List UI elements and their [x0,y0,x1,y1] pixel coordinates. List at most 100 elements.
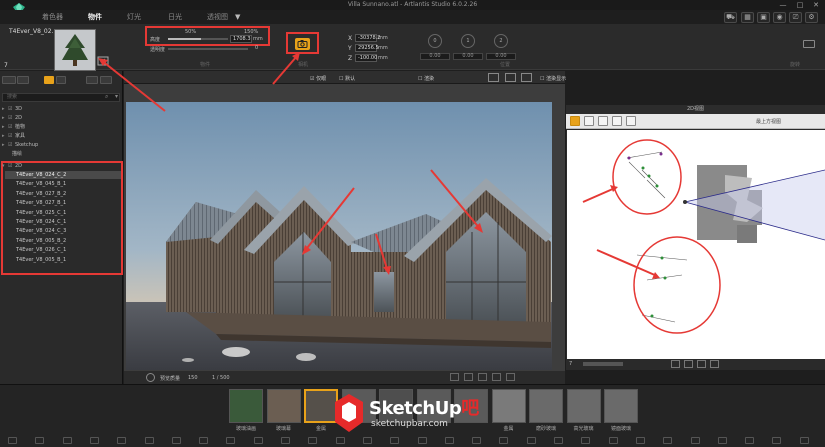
rotation-value-y[interactable]: 0.00 [453,53,483,60]
category-icon[interactable] [635,437,645,444]
object-list-item[interactable]: T4Ever_V8_024_C_1 [5,218,121,226]
close-button[interactable]: ✕ [811,1,821,9]
category-icon[interactable] [663,437,673,444]
object-list-item[interactable]: T4Ever_V8_026_C_1 [5,246,121,254]
category-icon[interactable] [308,437,318,444]
settings-icon[interactable]: ⚙ [805,12,818,23]
tab-sun[interactable]: 日光 [168,10,182,24]
viewport-checkbox[interactable]: ☑ 仅眼 [310,75,326,82]
page-counter[interactable]: 1 / 500 [212,375,230,381]
object-list-item[interactable]: T4Ever_V8_024_C_3 [5,227,121,235]
category-icon[interactable] [390,437,400,444]
opacity-slider[interactable] [168,48,248,50]
plan-view-icon[interactable] [570,116,580,126]
front-view-icon[interactable] [584,116,594,126]
object-list-item[interactable]: T4Ever_V8_024_C_2 [5,171,121,179]
image-icon[interactable]: ▣ [757,12,770,23]
category-icon[interactable] [690,437,700,444]
tab-shaders[interactable]: 着色器 [42,10,63,24]
view-dropdown[interactable]: 最上方视图 [756,118,781,125]
side-view-icon[interactable] [598,116,608,126]
add-layer-button[interactable] [2,76,16,84]
rotation-value-z[interactable]: 0.00 [486,53,516,60]
preview-quality-value[interactable]: 150 [188,375,198,381]
category-icon[interactable] [35,437,45,444]
category-icon[interactable] [745,437,755,444]
catalog-thumb[interactable] [229,389,263,423]
category-icon[interactable] [772,437,782,444]
object-list-item[interactable]: T4Ever_V8_005_B_1 [5,256,121,264]
layer-group-row[interactable]: ▸ ☑ 家具 [2,132,122,141]
layer-group-row[interactable]: ▸ ☑ 植物 [2,123,122,132]
fit-view-icon[interactable] [488,73,499,82]
minimize-button[interactable]: — [778,1,788,9]
orbit-icon[interactable] [492,373,501,381]
layer-group-2d[interactable]: ▾ ☑ 2D [2,162,122,171]
category-icon[interactable] [199,437,209,444]
viewport-mode-select[interactable]: ☐ 渲染 [418,75,434,82]
snapshot-icon[interactable]: ◉ [773,12,786,23]
rotation-dial-x[interactable]: 0 [428,34,442,48]
x-field[interactable]: -30378.2 [355,34,380,42]
category-icon[interactable] [526,437,536,444]
object-list-item[interactable]: T4Ever_V8_025_C_1 [5,209,121,217]
catalog-thumb[interactable] [566,389,601,423]
layer-group-row[interactable]: ▸ ☑ Sketchup [2,141,122,150]
category-icon[interactable] [171,437,181,444]
opacity-field[interactable]: 0 [255,45,258,51]
undo-icon[interactable] [450,373,459,381]
cart-icon[interactable]: ⛟ [724,12,737,23]
filter-button[interactable] [56,76,66,84]
frame-icon[interactable] [521,73,532,82]
category-icon[interactable] [89,437,99,444]
category-icon[interactable] [253,437,263,444]
catalog-thumb[interactable] [529,389,563,423]
back-view-icon[interactable] [612,116,622,126]
filter-active-button[interactable] [44,76,54,84]
category-icon[interactable] [335,437,345,444]
zoom-icon[interactable] [684,360,693,368]
pan-icon[interactable] [478,373,487,381]
height-slider[interactable] [168,38,228,40]
layer-group-row[interactable]: 描绘 [2,150,122,159]
z-field[interactable]: -100.00 [355,54,377,62]
object-list-item[interactable]: T4Ever_V8_027_B_2 [5,190,121,198]
object-thumbnail[interactable] [54,29,96,71]
category-icon[interactable] [62,437,72,444]
panel-2d-zoom-slider[interactable] [583,362,623,366]
left-view-icon[interactable] [626,116,636,126]
tab-lights[interactable]: 灯光 [127,10,141,24]
object-list-item[interactable]: T4Ever_V8_045_B_1 [5,180,121,188]
object-list-item[interactable]: T4Ever_V8_027_B_1 [5,199,121,207]
y-field[interactable]: 29256.5 [355,44,379,52]
category-icon[interactable] [281,437,290,444]
tab-objects[interactable]: 物件 [88,10,102,24]
walk-icon[interactable] [506,373,515,381]
maximize-button[interactable]: □ [795,1,805,9]
tab-dropdown-icon[interactable]: ▼ [235,10,240,24]
catalog-thumb[interactable] [604,389,638,423]
category-icon[interactable] [117,437,127,444]
render-display-toggle[interactable]: ☐ 渲染显示 [540,75,566,82]
gear-icon[interactable] [146,373,155,382]
plan-canvas[interactable] [567,130,825,359]
category-icon[interactable] [144,437,154,444]
category-icon[interactable] [8,437,17,444]
render-preview[interactable] [126,102,552,370]
tab-perspectives[interactable]: 透视图 [207,10,228,24]
object-list-item[interactable]: T4Ever_V8_005_B_2 [5,237,121,245]
zoom-icon[interactable] [464,373,473,381]
video-camera-icon[interactable] [803,40,815,48]
category-icon[interactable] [799,437,809,444]
fit-icon[interactable] [710,360,719,368]
height-field[interactable]: 1708.3 [230,35,252,43]
category-icon[interactable] [362,437,372,444]
viewport-layer-select[interactable]: ☐ 默认 [339,75,355,82]
catalog-thumb[interactable] [266,389,301,423]
rotation-dial-z[interactable]: 2 [494,34,508,48]
rotation-dial-y[interactable]: 1 [461,34,475,48]
category-icon[interactable] [608,437,618,444]
rotation-value-x[interactable]: 0.00 [420,53,450,60]
category-icon[interactable] [554,437,563,444]
pan-icon[interactable] [697,360,706,368]
